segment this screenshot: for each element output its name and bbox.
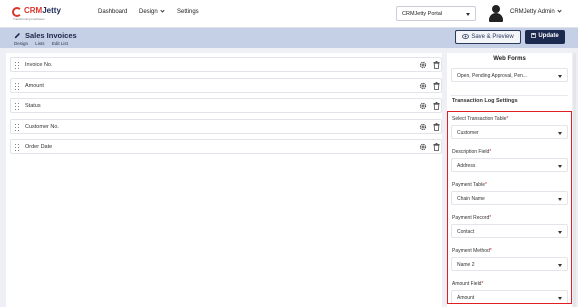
- breadcrumb-edit-list: Edit List: [51, 41, 68, 46]
- save-preview-button[interactable]: Save & Preview: [455, 30, 521, 44]
- chevron-down-icon: [160, 8, 165, 13]
- nav-design[interactable]: Design: [139, 8, 165, 15]
- drag-handle-icon[interactable]: [15, 83, 20, 91]
- gear-icon[interactable]: [419, 61, 427, 69]
- field-label: Status: [25, 103, 41, 109]
- eye-icon: [462, 34, 470, 39]
- trash-icon[interactable]: [433, 143, 440, 151]
- gear-icon[interactable]: [419, 143, 427, 151]
- scrollbar[interactable]: [573, 53, 576, 307]
- page-title: Sales Invoices: [25, 31, 77, 40]
- list-field-row[interactable]: Order Date: [10, 139, 442, 154]
- field-label: Customer No.: [25, 124, 59, 130]
- logo-mark-icon: [12, 7, 22, 17]
- web-forms-select[interactable]: Open, Pending Approval, Pen...: [451, 68, 568, 82]
- chevron-down-icon: [557, 8, 562, 13]
- drag-handle-icon[interactable]: [15, 124, 20, 132]
- user-avatar-icon[interactable]: [488, 5, 504, 22]
- trash-icon[interactable]: [433, 82, 440, 90]
- gear-icon[interactable]: [419, 102, 427, 110]
- trash-icon[interactable]: [433, 102, 440, 110]
- caret-down-icon: [466, 13, 470, 16]
- crmjetty-logo[interactable]: CRMJetty Transforming Interfaces: [12, 6, 72, 22]
- breadcrumb-lists[interactable]: Lists: [35, 41, 44, 46]
- trash-icon[interactable]: [433, 123, 440, 131]
- divider: [451, 95, 568, 96]
- field-label: Amount: [25, 83, 44, 89]
- caret-down-icon: [558, 75, 562, 78]
- breadcrumb: Design Lists Edit List: [14, 41, 74, 46]
- list-field-row[interactable]: Customer No.: [10, 119, 442, 134]
- update-button[interactable]: Update: [525, 30, 565, 44]
- pencil-icon: [14, 33, 20, 39]
- web-forms-title: Web Forms: [493, 56, 526, 62]
- list-field-row[interactable]: Status: [10, 98, 442, 113]
- transaction-log-title: Transaction Log Settings: [452, 98, 518, 104]
- list-fields-panel: Invoice No. Amount Status Customer No. O…: [6, 53, 442, 307]
- nav-dashboard[interactable]: Dashboard: [98, 9, 127, 15]
- gear-icon[interactable]: [419, 82, 427, 90]
- user-menu[interactable]: CRMJetty Admin: [510, 8, 562, 15]
- portal-select[interactable]: CRMJetty Portal: [396, 6, 476, 21]
- field-label: Order Date: [25, 144, 53, 150]
- save-icon: [531, 33, 537, 38]
- drag-handle-icon[interactable]: [15, 103, 20, 111]
- breadcrumb-design[interactable]: Design: [14, 41, 28, 46]
- highlight-annotation: [447, 111, 572, 304]
- field-label: Invoice No.: [25, 62, 53, 68]
- list-field-row[interactable]: Invoice No.: [10, 57, 442, 72]
- gear-icon[interactable]: [419, 123, 427, 131]
- drag-handle-icon[interactable]: [15, 144, 20, 152]
- trash-icon[interactable]: [433, 61, 440, 69]
- list-field-row[interactable]: Amount: [10, 78, 442, 93]
- portal-select-value: CRMJetty Portal: [402, 11, 443, 17]
- drag-handle-icon[interactable]: [15, 62, 20, 70]
- top-navbar: CRMJetty Transforming Interfaces Dashboa…: [0, 0, 578, 28]
- nav-settings[interactable]: Settings: [177, 9, 199, 15]
